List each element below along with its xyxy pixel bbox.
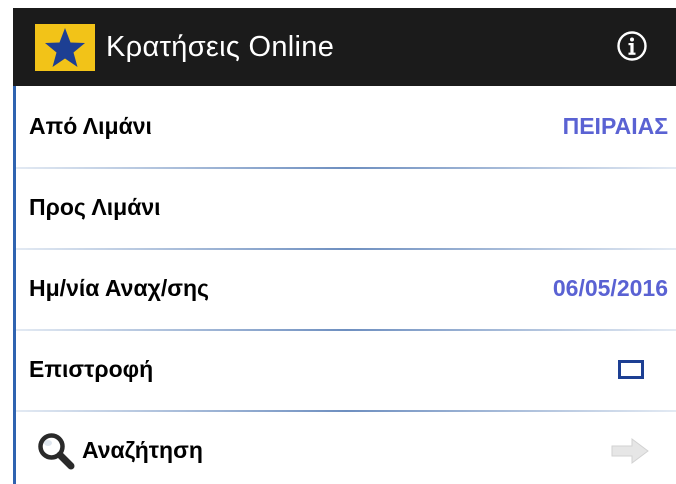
app-title: Κρατήσεις Online xyxy=(106,31,335,63)
booking-form: Από Λιμάνι ΠΕΙΡΑΙΑΣ Προς Λιμάνι Ημ/νία Α… xyxy=(13,86,676,484)
info-icon xyxy=(617,31,647,61)
info-button[interactable] xyxy=(615,29,649,63)
departure-port-row[interactable]: Από Λιμάνι ΠΕΙΡΑΙΑΣ xyxy=(16,86,676,167)
departure-port-value: ΠΕΙΡΑΙΑΣ xyxy=(562,113,668,139)
return-trip-row[interactable]: Επιστροφή xyxy=(16,329,676,410)
return-trip-label: Επιστροφή xyxy=(29,356,154,382)
departure-date-label: Ημ/νία Αναχ/σης xyxy=(29,275,209,301)
arrival-port-label: Προς Λιμάνι xyxy=(29,194,161,220)
search-label: Αναζήτηση xyxy=(82,437,203,463)
return-trip-checkbox[interactable] xyxy=(618,360,644,379)
departure-date-row[interactable]: Ημ/νία Αναχ/σης 06/05/2016 xyxy=(16,248,676,329)
search-button[interactable]: Αναζήτηση xyxy=(16,410,676,484)
departure-port-label: Από Λιμάνι xyxy=(29,113,152,139)
arrival-port-row[interactable]: Προς Λιμάνι xyxy=(16,167,676,248)
star-shape xyxy=(45,27,85,67)
search-left-group: Αναζήτηση xyxy=(36,431,203,471)
status-strip xyxy=(0,0,676,8)
star-logo-icon xyxy=(35,24,95,71)
departure-date-value: 06/05/2016 xyxy=(552,275,668,301)
screen: Κρατήσεις Online Από Λιμάνι ΠΕΙΡΑΙΑΣ Προ… xyxy=(0,0,676,484)
search-icon xyxy=(36,431,76,471)
arrow-right-icon xyxy=(610,437,650,465)
app-bar: Κρατήσεις Online xyxy=(13,8,676,86)
